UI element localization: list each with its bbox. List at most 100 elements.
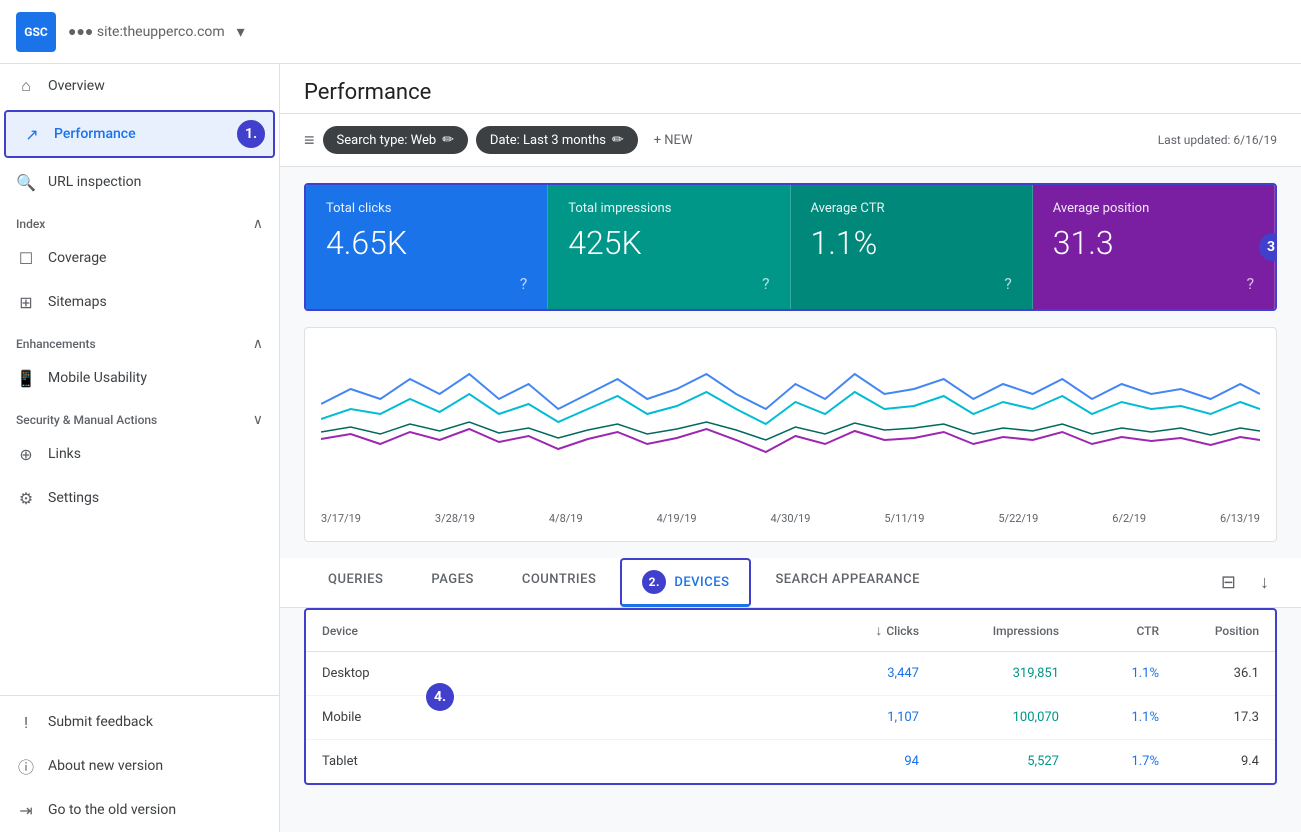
app-bar: GSC ●●● site:theupperco.com ▾	[0, 0, 1301, 64]
filter-icon[interactable]: ≡	[304, 130, 315, 151]
page-title: Performance	[304, 80, 431, 105]
tab-countries[interactable]: COUNTRIES	[498, 558, 621, 607]
sidebar-item-url-inspection[interactable]: 🔍 URL inspection	[0, 160, 279, 204]
enhancements-chevron-icon[interactable]: ∧	[253, 336, 263, 352]
x-label: 3/28/19	[435, 512, 475, 525]
app-logo: GSC	[16, 12, 56, 52]
links-icon: ⊕	[16, 444, 36, 464]
sidebar-item-label: Overview	[48, 78, 105, 94]
index-chevron-icon[interactable]: ∧	[253, 216, 263, 232]
enhancements-section: Enhancements ∧	[0, 324, 279, 356]
annotation-badge-4: 4.	[426, 683, 454, 711]
metric-value: 425K	[568, 224, 769, 262]
metric-value: 4.65K	[326, 224, 527, 262]
mobile-icon: 📱	[16, 368, 36, 388]
metric-value: 1.1%	[811, 224, 1012, 262]
new-button[interactable]: + NEW	[646, 127, 701, 154]
sidebar-item-settings[interactable]: ⚙ Settings	[0, 476, 279, 520]
site-url[interactable]: ●●● site:theupperco.com	[68, 23, 225, 40]
help-icon[interactable]: ?	[520, 274, 528, 293]
sitemaps-icon: ⊞	[16, 292, 36, 312]
sort-arrow-icon: ↓	[875, 622, 882, 639]
tab-pages[interactable]: PAGES	[407, 558, 497, 607]
search-type-label: Search type: Web	[337, 133, 437, 148]
sidebar-item-label: URL inspection	[48, 174, 141, 190]
cell-impressions: 319,851	[919, 666, 1059, 681]
x-label: 5/22/19	[998, 512, 1038, 525]
x-label: 4/8/19	[549, 512, 583, 525]
content-area: Total clicks 4.65K ? Total impressions 4…	[280, 167, 1301, 558]
main-header: Performance	[280, 64, 1301, 114]
col-header-device: Device 4.	[322, 622, 779, 639]
sidebar-item-performance[interactable]: ↗ Performance 1.	[4, 110, 275, 158]
x-label: 4/19/19	[657, 512, 697, 525]
tab-actions: ⊟ ↓	[1213, 558, 1277, 607]
cell-position: 17.3	[1159, 710, 1259, 725]
site-chevron-icon[interactable]: ▾	[237, 22, 245, 41]
help-icon[interactable]: ?	[762, 274, 770, 293]
sidebar-item-label: Sitemaps	[48, 294, 107, 310]
last-updated: Last updated: 6/16/19	[1158, 133, 1277, 147]
feedback-icon: !	[16, 712, 36, 732]
cell-clicks: 3,447	[779, 666, 919, 681]
security-chevron-icon[interactable]: ∨	[253, 412, 263, 428]
table-row[interactable]: Tablet 94 5,527 1.7% 9.4	[306, 740, 1275, 783]
info-icon: ⓘ	[16, 756, 36, 776]
edit-icon: ✏	[612, 132, 624, 148]
help-icon[interactable]: ?	[1004, 274, 1012, 293]
col-header-impressions[interactable]: Impressions	[919, 622, 1059, 639]
cell-position: 36.1	[1159, 666, 1259, 681]
table-header: Device 4. ↓ Clicks Impressions CTR Posit…	[306, 610, 1275, 652]
tabs: QUERIES PAGES COUNTRIES 2. DEVICES SEARC…	[280, 558, 1301, 608]
sidebar-item-sitemaps[interactable]: ⊞ Sitemaps	[0, 280, 279, 324]
metric-card-clicks[interactable]: Total clicks 4.65K ?	[306, 185, 548, 309]
sidebar-item-old-version[interactable]: ⇥ Go to the old version	[0, 788, 279, 832]
tab-queries[interactable]: QUERIES	[304, 558, 407, 607]
metric-label: Average position	[1053, 201, 1254, 216]
cell-position: 9.4	[1159, 754, 1259, 769]
tab-search-appearance[interactable]: SEARCH APPEARANCE	[751, 558, 944, 607]
home-icon: ⌂	[16, 76, 36, 96]
sidebar-item-label: Links	[48, 446, 81, 462]
cell-device: Tablet	[322, 754, 779, 769]
sidebar-item-mobile-usability[interactable]: 📱 Mobile Usability	[0, 356, 279, 400]
edit-icon: ✏	[442, 132, 454, 148]
sidebar-item-about-new-version[interactable]: ⓘ About new version	[0, 744, 279, 788]
metric-label: Total clicks	[326, 201, 527, 216]
metric-card-ctr[interactable]: Average CTR 1.1% ?	[791, 185, 1033, 309]
tab-devices[interactable]: 2. DEVICES	[620, 558, 751, 607]
col-header-ctr[interactable]: CTR	[1059, 622, 1159, 639]
sidebar-item-coverage[interactable]: ☐ Coverage	[0, 236, 279, 280]
sidebar-item-label: Performance	[54, 126, 136, 142]
new-label: + NEW	[654, 133, 693, 148]
sidebar-item-links[interactable]: ⊕ Links	[0, 432, 279, 476]
chart-x-axis: 3/17/19 3/28/19 4/8/19 4/19/19 4/30/19 5…	[321, 508, 1260, 525]
date-chip[interactable]: Date: Last 3 months ✏	[476, 126, 638, 154]
coverage-icon: ☐	[16, 248, 36, 268]
chart-container: 3/17/19 3/28/19 4/8/19 4/19/19 4/30/19 5…	[304, 327, 1277, 542]
metric-cards: Total clicks 4.65K ? Total impressions 4…	[304, 183, 1277, 311]
cell-device: Desktop	[322, 666, 779, 681]
col-header-position[interactable]: Position	[1159, 622, 1259, 639]
sidebar-item-label: Submit feedback	[48, 714, 153, 730]
col-header-clicks[interactable]: ↓ Clicks	[779, 622, 919, 639]
metric-label: Average CTR	[811, 201, 1012, 216]
metric-card-position[interactable]: Average position 31.3 ?	[1033, 185, 1275, 309]
filter-rows-icon[interactable]: ⊟	[1213, 564, 1244, 601]
sidebar-item-overview[interactable]: ⌂ Overview	[0, 64, 279, 108]
performance-chart	[321, 344, 1260, 504]
date-label: Date: Last 3 months	[490, 133, 606, 148]
help-icon[interactable]: ?	[1246, 274, 1254, 293]
index-section: Index ∧	[0, 204, 279, 236]
metric-label: Total impressions	[568, 201, 769, 216]
annotation-badge-2: 2.	[642, 570, 666, 594]
download-icon[interactable]: ↓	[1252, 564, 1277, 601]
x-label: 3/17/19	[321, 512, 361, 525]
cell-clicks: 1,107	[779, 710, 919, 725]
metric-card-impressions[interactable]: Total impressions 425K ?	[548, 185, 790, 309]
sidebar-item-feedback[interactable]: ! Submit feedback	[0, 700, 279, 744]
cell-impressions: 5,527	[919, 754, 1059, 769]
x-label: 6/13/19	[1220, 512, 1260, 525]
cell-ctr: 1.1%	[1059, 710, 1159, 725]
search-type-chip[interactable]: Search type: Web ✏	[323, 126, 468, 154]
